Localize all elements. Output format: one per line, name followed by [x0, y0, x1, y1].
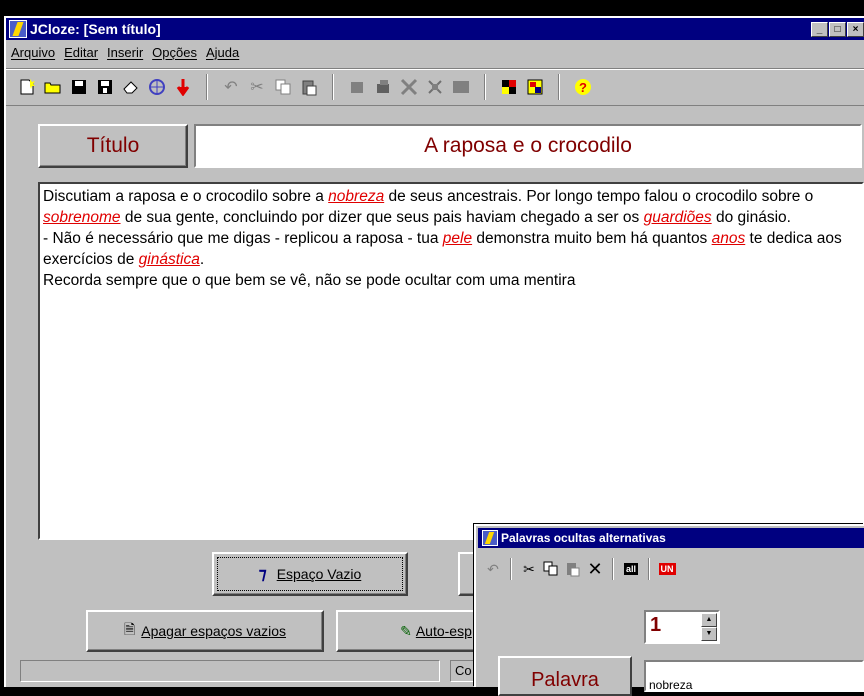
menu-bar: Arquivo Editar Inserir Opções Ajuda — [6, 42, 864, 62]
select-all-icon[interactable]: all — [620, 558, 642, 580]
dialog-title: Palavras ocultas alternativas — [501, 531, 666, 545]
titulo-button[interactable]: Título — [38, 124, 188, 168]
copy-icon[interactable] — [270, 74, 296, 100]
toolbar-separator — [484, 74, 486, 100]
title-input[interactable]: A raposa e o crocodilo — [194, 124, 862, 168]
jcloze-app-icon — [9, 20, 27, 38]
window-title: JCloze: [Sem título] — [30, 21, 161, 37]
cut-icon[interactable]: ✂ — [244, 74, 270, 100]
gap-word[interactable]: sobrenome — [43, 209, 121, 226]
gap-word[interactable]: guardiões — [644, 209, 712, 226]
apagar-label: Apagar espaços vazios — [141, 623, 287, 639]
save-as-icon[interactable] — [92, 74, 118, 100]
text-segment: Discutiam a raposa e o crocodilo sobre a — [43, 188, 329, 205]
save-icon[interactable] — [66, 74, 92, 100]
text-segment: do ginásio. — [711, 209, 791, 226]
close-button[interactable]: × — [847, 21, 864, 37]
spinner-value: 1 — [650, 614, 662, 636]
menu-opcoes[interactable]: Opções — [149, 45, 203, 60]
text-segment: de sua gente, concluindo por dizer que s… — [120, 209, 644, 226]
magic-wand-icon: ✎ — [400, 622, 412, 639]
un-label: UN — [658, 563, 676, 575]
toolbar-separator — [206, 74, 208, 100]
gap-word[interactable]: pele — [443, 230, 472, 247]
palavras-ocultas-dialog: Palavras ocultas alternativas ↶ ✂ ✕ all … — [474, 524, 864, 696]
text-segment: demonstra muito bem há quantos — [472, 230, 712, 247]
delete-icon[interactable]: ✕ — [584, 558, 606, 580]
espaco-vazio-button[interactable]: ⁊ Espaço Vazio — [212, 552, 408, 596]
color-palette-icon[interactable] — [496, 74, 522, 100]
help-icon[interactable]: ? — [570, 74, 596, 100]
toolbar-separator — [510, 558, 512, 580]
page-settings-icon[interactable] — [522, 74, 548, 100]
exercise-text-area[interactable]: Discutiam a raposa e o crocodilo sobre a… — [38, 182, 864, 540]
gap-word[interactable]: nobreza — [328, 188, 384, 205]
gap-tool-3-icon[interactable] — [396, 74, 422, 100]
toolbar-separator — [332, 74, 334, 100]
jcloze-app-icon — [482, 530, 498, 546]
menu-arquivo[interactable]: Arquivo — [8, 45, 61, 60]
paste-icon[interactable] — [296, 74, 322, 100]
maximize-button[interactable]: □ — [829, 21, 846, 37]
eraser-icon[interactable] — [118, 74, 144, 100]
undo-icon[interactable]: ↶ — [482, 558, 504, 580]
un-icon[interactable] — [448, 74, 474, 100]
open-folder-icon[interactable] — [40, 74, 66, 100]
gap-marker-icon: ⁊ — [258, 566, 267, 583]
undo-icon[interactable]: ↶ — [218, 74, 244, 100]
gap-tool-2-icon[interactable] — [370, 74, 396, 100]
text-segment: de seus ancestrais. Por longo tempo falo… — [384, 188, 814, 205]
spin-up-arrow-icon[interactable]: ▲ — [701, 613, 717, 627]
dialog-title-bar[interactable]: Palavras ocultas alternativas — [478, 528, 864, 548]
cut-icon[interactable]: ✂ — [518, 558, 540, 580]
apagar-espacos-button[interactable]: 🗎 Apagar espaços vazios — [86, 610, 324, 652]
text-segment: - Não é necessário que me digas - replic… — [43, 230, 443, 247]
dialog-toolbar: ↶ ✂ ✕ all UN — [482, 554, 864, 584]
toolbar-separator — [612, 558, 614, 580]
text-segment: . — [199, 251, 205, 268]
gap-word[interactable]: ginástica — [139, 251, 200, 268]
title-bar[interactable]: JCloze: [Sem título] _ □ × — [6, 18, 864, 40]
main-toolbar: ↶ ✂ ? — [6, 68, 864, 106]
minimize-button[interactable]: _ — [811, 21, 828, 37]
gap-tool-1-icon[interactable] — [344, 74, 370, 100]
alternative-number-spinner[interactable]: 1 ▲ ▼ — [644, 610, 720, 644]
red-arrow-down-icon[interactable] — [170, 74, 196, 100]
toolbar-separator — [558, 74, 560, 100]
gap-tool-4-icon[interactable] — [422, 74, 448, 100]
auto-label: Auto-esp — [415, 623, 472, 639]
menu-editar[interactable]: Editar — [61, 45, 104, 60]
spin-down-arrow-icon[interactable]: ▼ — [701, 627, 717, 641]
copy-icon[interactable] — [540, 558, 562, 580]
palavra-input[interactable]: nobreza — [644, 660, 864, 692]
status-bar — [20, 660, 440, 682]
svg-text:?: ? — [579, 80, 587, 95]
gap-word[interactable]: anos — [712, 230, 746, 247]
espaco-vazio-label: Espaço Vazio — [276, 566, 362, 582]
toolbar-separator — [648, 558, 650, 580]
new-file-icon[interactable] — [14, 74, 40, 100]
menu-ajuda[interactable]: Ajuda — [203, 45, 245, 60]
clear-gaps-icon: 🗎 — [123, 621, 136, 637]
text-segment: Recorda sempre que o que bem se vê, não … — [43, 272, 576, 289]
web-export-icon[interactable] — [144, 74, 170, 100]
palavra-button[interactable]: Palavra — [498, 656, 632, 696]
paste-icon[interactable] — [562, 558, 584, 580]
select-all-label: all — [623, 563, 638, 575]
un-icon[interactable]: UN — [656, 558, 678, 580]
menu-inserir[interactable]: Inserir — [104, 45, 149, 60]
